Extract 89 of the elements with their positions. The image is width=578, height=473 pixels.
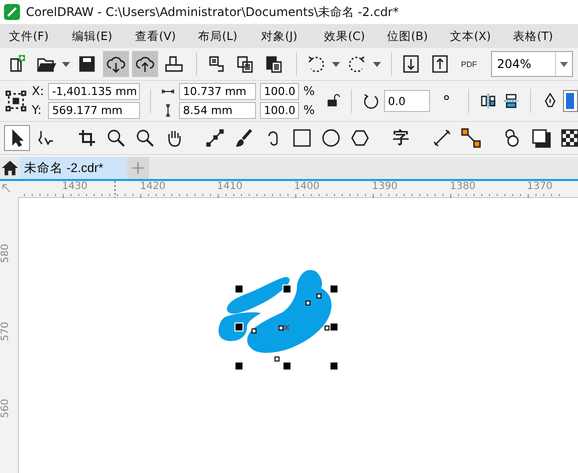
cloud-upload-icon bbox=[135, 54, 155, 74]
menu-item[interactable]: 编辑(E) bbox=[63, 28, 126, 44]
tool-button[interactable] bbox=[103, 51, 129, 77]
app-logo-icon bbox=[4, 4, 20, 20]
selection-handle[interactable] bbox=[234, 362, 244, 370]
rotation-field[interactable]: 0.0 bbox=[384, 90, 430, 112]
y-label: Y: bbox=[32, 102, 43, 119]
scale-x-field[interactable]: 100.0 bbox=[260, 83, 300, 100]
document-tab[interactable]: 未命名 -2.cdr* bbox=[20, 157, 128, 179]
menu-item[interactable]: 表格(T) bbox=[504, 28, 567, 44]
ellipse-icon bbox=[321, 128, 341, 148]
percent-label: % bbox=[303, 83, 315, 100]
brush-icon bbox=[234, 128, 254, 148]
menu-item[interactable]: 布局(L) bbox=[189, 28, 252, 44]
menu-item[interactable]: 文本(X) bbox=[441, 28, 504, 44]
save-icon bbox=[77, 54, 97, 74]
cloud-download-icon bbox=[106, 54, 126, 74]
ruler-label: 1410 bbox=[217, 181, 242, 192]
degree-label: ° bbox=[442, 92, 450, 110]
menu-item[interactable]: 位图(B) bbox=[378, 28, 441, 44]
scale-y-field[interactable]: 100.0 bbox=[260, 102, 300, 119]
ruler-label: 570 bbox=[0, 322, 11, 341]
tool-button[interactable] bbox=[4, 125, 30, 151]
node-handle[interactable] bbox=[274, 356, 280, 362]
text-tool-button[interactable]: 字 bbox=[388, 125, 414, 151]
menu-item[interactable]: 查看(V) bbox=[126, 28, 189, 44]
tool-button[interactable]: PDF bbox=[456, 51, 482, 77]
zoom-icon bbox=[135, 128, 155, 148]
caret-icon[interactable] bbox=[373, 62, 381, 66]
caret-icon[interactable] bbox=[62, 62, 70, 66]
ruler-label: 1420 bbox=[140, 181, 166, 192]
node-handle[interactable] bbox=[316, 294, 322, 298]
checkerboard-icon bbox=[560, 128, 578, 148]
ruler-label: 560 bbox=[0, 398, 11, 418]
node-pointer-icon bbox=[36, 128, 56, 148]
ruler-label: 1370 bbox=[527, 181, 552, 192]
import-icon bbox=[401, 54, 421, 74]
copy-icon bbox=[235, 54, 255, 74]
selection-handle[interactable] bbox=[330, 322, 338, 332]
ruler-label: 1390 bbox=[372, 181, 398, 192]
outline-field[interactable] bbox=[563, 90, 578, 112]
ruler-label: 1430 bbox=[62, 181, 88, 192]
undo-icon bbox=[306, 54, 326, 74]
line-nodes-icon bbox=[205, 128, 225, 148]
selection-handle[interactable] bbox=[282, 362, 292, 370]
mirror-horizontal-icon bbox=[479, 91, 498, 111]
percent-label: % bbox=[303, 102, 315, 119]
paste-icon bbox=[264, 54, 284, 74]
dimension-icon bbox=[432, 128, 452, 148]
plus-icon bbox=[130, 160, 146, 176]
menu-item[interactable]: 对象(J) bbox=[252, 28, 315, 44]
selection-handle[interactable] bbox=[330, 284, 338, 294]
node-handle[interactable] bbox=[306, 300, 310, 306]
printer-icon bbox=[164, 54, 184, 74]
menu-item[interactable]: 效果(C) bbox=[315, 28, 378, 44]
selection-handle[interactable] bbox=[234, 322, 244, 332]
window-title: CorelDRAW - C:\Users\Administrator\Documents\未命名 -2.cdr* bbox=[26, 4, 399, 20]
redo-icon bbox=[347, 54, 367, 74]
width-field[interactable]: 10.737 mm bbox=[178, 83, 256, 100]
shadow-icon bbox=[531, 128, 551, 148]
hexagon-icon bbox=[350, 128, 370, 148]
node-handle[interactable] bbox=[324, 326, 330, 330]
menu-item[interactable]: 文件(F) bbox=[0, 28, 63, 44]
caret-icon[interactable] bbox=[332, 62, 340, 66]
connector-icon bbox=[461, 128, 481, 148]
export-icon bbox=[430, 54, 450, 74]
zoom-icon bbox=[106, 128, 126, 148]
zoom-combo[interactable]: 204% bbox=[491, 51, 573, 77]
tool-button[interactable] bbox=[132, 51, 158, 77]
selection-handle[interactable] bbox=[234, 284, 244, 294]
rotate-icon bbox=[362, 91, 380, 111]
mirror-vertical-icon bbox=[502, 91, 520, 111]
ruler-label: 580 bbox=[0, 244, 11, 263]
selection-handle[interactable] bbox=[330, 362, 338, 370]
center-mark bbox=[283, 324, 290, 331]
y-position-field[interactable]: 569.177 mm bbox=[48, 102, 140, 119]
x-label: X: bbox=[32, 83, 44, 100]
reference-point-icon bbox=[4, 88, 28, 114]
selection-handle[interactable] bbox=[282, 284, 292, 294]
ruler-label: 1380 bbox=[450, 181, 476, 192]
height-field[interactable]: 8.54 mm bbox=[178, 102, 256, 119]
x-position-field[interactable]: -1,401.135 mm bbox=[48, 83, 140, 100]
rectangle-icon bbox=[292, 128, 312, 148]
caret-icon bbox=[560, 62, 568, 66]
node-handle[interactable] bbox=[252, 328, 256, 334]
home-icon bbox=[1, 159, 19, 177]
node-handle[interactable] bbox=[278, 326, 284, 330]
ruler-label: 1400 bbox=[294, 181, 320, 192]
crop-icon bbox=[77, 128, 97, 148]
